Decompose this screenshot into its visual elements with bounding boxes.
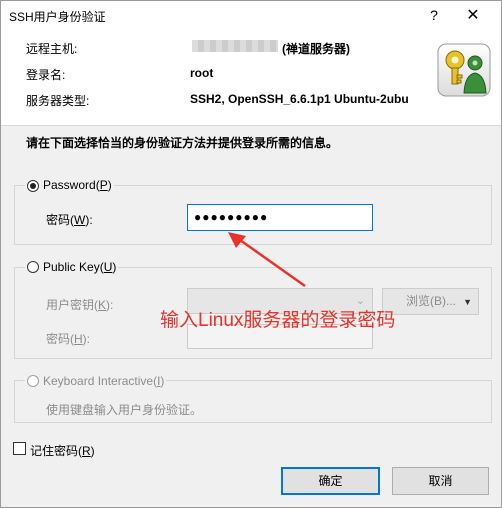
server-type-label: 服务器类型:	[26, 94, 90, 108]
login-name-label: 登录名:	[26, 68, 66, 82]
keyboard-interactive-radio-label[interactable]: Keyboard Interactive(I)	[25, 374, 167, 388]
remote-host-label: 远程主机:	[26, 42, 78, 56]
browse-button[interactable]: 浏览(B)... ▼	[382, 288, 479, 315]
passphrase-label: 密码(H):	[46, 332, 91, 346]
session-info-header: 远程主机: (禅道服务器) 登录名: root 服务器类型: SSH2, Ope…	[1, 31, 501, 126]
dropdown-arrow-icon: ▼	[463, 297, 472, 307]
cancel-button[interactable]: 取消	[392, 467, 489, 495]
ok-button[interactable]: 确定	[281, 467, 380, 495]
keyboard-interactive-radio[interactable]	[27, 375, 39, 387]
password-radio[interactable]	[27, 180, 39, 192]
password-masked-value: ●●●●●●●●●	[194, 210, 269, 224]
keyboard-interactive-description: 使用键盘输入用户身份验证。	[46, 403, 203, 417]
remote-host-value: (禅道服务器)	[282, 42, 350, 56]
public-key-radio-label[interactable]: Public Key(U)	[25, 260, 119, 274]
redacted-host-address	[192, 40, 278, 52]
close-button[interactable]: ✕	[461, 5, 485, 27]
public-key-radio[interactable]	[27, 261, 39, 273]
keys-icon	[437, 43, 491, 97]
remember-password-label[interactable]: 记住密码(R)	[30, 442, 95, 459]
password-input[interactable]: ●●●●●●●●●	[187, 204, 373, 231]
help-button[interactable]: ?	[424, 5, 444, 25]
server-type-value: SSH2, OpenSSH_6.6.1p1 Ubuntu-2ubu	[190, 92, 409, 106]
remember-password-checkbox[interactable]	[13, 442, 26, 455]
user-key-label: 用户密钥(K):	[46, 298, 114, 312]
ssh-auth-dialog: SSH用户身份验证 ? ✕ 远程主机: (禅道服务器) 登录名: root 服务…	[0, 0, 502, 508]
password-field-label: 密码(W):	[46, 213, 93, 227]
login-name-value: root	[190, 66, 214, 80]
instruction-text: 请在下面选择恰当的身份验证方法并提供登录所需的信息。	[26, 136, 339, 150]
title-bar: SSH用户身份验证 ? ✕	[1, 1, 501, 31]
annotation-text: 输入Linux服务器的登录密码	[160, 310, 396, 331]
window-title: SSH用户身份验证	[9, 10, 106, 24]
